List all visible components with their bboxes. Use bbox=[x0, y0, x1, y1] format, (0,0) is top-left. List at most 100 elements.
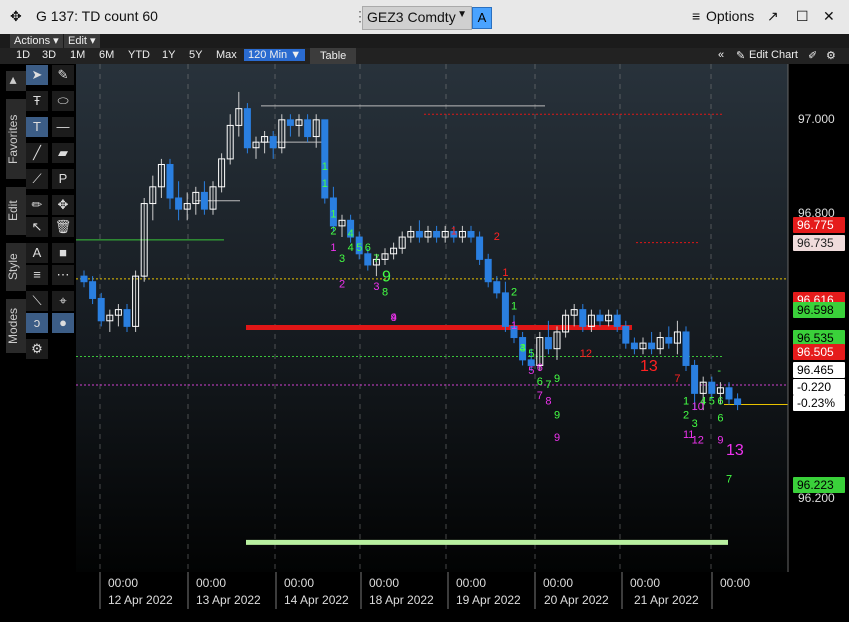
ticker-text: GEZ3 Comdty bbox=[367, 9, 456, 25]
x-time-label: 00:00 bbox=[196, 576, 226, 590]
x-time-label: 00:00 bbox=[456, 576, 486, 590]
range-1m[interactable]: 1M bbox=[70, 49, 85, 61]
candle-body bbox=[286, 119, 294, 126]
td-count-label: 4 bbox=[348, 242, 354, 254]
price-label-text: 96.735 bbox=[797, 236, 834, 250]
td-count-label: 9 bbox=[554, 409, 560, 421]
td-count-label: 1 bbox=[511, 301, 517, 313]
td-count-label: 9 bbox=[554, 432, 560, 444]
x-time-label: 00:00 bbox=[720, 576, 750, 590]
x-axis: 00:00 00:00 00:00 00:00 00:00 00:00 00:00 00:00… bbox=[76, 572, 788, 617]
gear-icon[interactable]: ⚙ bbox=[826, 49, 836, 62]
candle-body bbox=[364, 253, 372, 266]
td-count-label: 6 bbox=[717, 412, 723, 424]
td-count-label: 12 bbox=[692, 435, 704, 447]
td-count-label: 4 bbox=[700, 396, 706, 408]
td-count-label: 1 bbox=[683, 396, 689, 408]
range-1d[interactable]: 1D bbox=[16, 49, 30, 61]
title-bar: ✥ G 137: TD count 60 ⋮ GEZ3 Comdty ▼ A ≡… bbox=[0, 0, 849, 34]
candle-body bbox=[166, 163, 174, 199]
chart-area: 1 1 1 2 1 3 2 4 4 5 6 7 3 9 8 4 9 1 2 1 2 1 1 3 4 5 5 6 6 7 7 8 9 9 9 12 13 7… bbox=[0, 64, 849, 617]
td-count-label: 1 bbox=[330, 209, 336, 221]
x-time-label: 00:00 bbox=[630, 576, 660, 590]
candle-body bbox=[89, 281, 97, 299]
maximize-icon[interactable]: ☐ bbox=[796, 8, 809, 25]
pencil-icon[interactable]: ✎ bbox=[736, 49, 745, 62]
x-date-label: 14 Apr 2022 bbox=[284, 593, 349, 607]
popout-icon[interactable]: ↗ bbox=[767, 8, 779, 25]
close-icon[interactable]: ✕ bbox=[823, 8, 835, 25]
options-button[interactable]: Options bbox=[706, 8, 754, 24]
range-max[interactable]: Max bbox=[216, 49, 237, 61]
price-label: -0.220 bbox=[793, 379, 845, 395]
td-count-label: 6 bbox=[537, 376, 543, 388]
td-count-label: 1 bbox=[322, 161, 328, 173]
candle-body bbox=[243, 108, 251, 149]
a-badge-button[interactable]: A bbox=[472, 7, 492, 29]
candle-body bbox=[596, 314, 604, 322]
price-label: 96.505 bbox=[793, 344, 845, 360]
menu-bar: Actions ▾ Edit ▾ bbox=[0, 34, 849, 48]
price-chart[interactable]: 111213244 5 67398491 2121134 556677899912137… bbox=[0, 64, 849, 617]
range-toolbar: 1D 3D 1M 6M YTD 1Y 5Y Max 120 Min ▼ Tabl… bbox=[0, 48, 849, 64]
ticker-dropdown-icon[interactable]: ▼ bbox=[457, 9, 467, 20]
candle-body bbox=[708, 381, 716, 394]
x-time-label: 00:00 bbox=[369, 576, 399, 590]
td-count-label: 7 bbox=[373, 253, 379, 265]
ticker-field[interactable]: GEZ3 Comdty ▼ bbox=[362, 6, 472, 30]
annotation-toggle-icon[interactable]: ✐ bbox=[808, 49, 817, 62]
candle-body bbox=[682, 331, 690, 366]
candle-body bbox=[691, 364, 699, 394]
edit-menu[interactable]: Edit ▾ bbox=[64, 34, 100, 48]
options-menu-icon[interactable]: ≡ bbox=[692, 8, 700, 24]
price-label-text: 96.505 bbox=[797, 345, 834, 359]
candle-body bbox=[630, 342, 638, 350]
td-count-label: 9 bbox=[382, 269, 391, 286]
candle-body bbox=[304, 119, 312, 138]
candle-body bbox=[725, 387, 733, 400]
actions-menu[interactable]: Actions ▾ bbox=[10, 34, 63, 48]
range-5y[interactable]: 5Y bbox=[189, 49, 202, 61]
range-6m[interactable]: 6M bbox=[99, 49, 114, 61]
candle-body bbox=[200, 191, 208, 210]
td-count-label: 2 bbox=[339, 278, 345, 290]
x-time-label: 00:00 bbox=[284, 576, 314, 590]
td-count-label: 5 bbox=[356, 242, 362, 254]
td-count-label: 4 bbox=[520, 342, 526, 354]
candle-body bbox=[613, 314, 621, 327]
price-label: 96.775 bbox=[793, 217, 845, 233]
td-count-label: 3 bbox=[339, 253, 345, 265]
td-count-label: 6 bbox=[365, 242, 371, 254]
td-count-label: 3 bbox=[373, 281, 379, 293]
collapse-icon[interactable]: « bbox=[718, 49, 724, 61]
td-count-label: 5 bbox=[528, 365, 534, 377]
y-tick-label: 96.200 bbox=[798, 491, 835, 505]
range-ytd[interactable]: YTD bbox=[128, 49, 150, 61]
range-1y[interactable]: 1Y bbox=[162, 49, 175, 61]
range-3d[interactable]: 3D bbox=[42, 49, 56, 61]
candle-body bbox=[665, 337, 673, 344]
td-count-label: 2 bbox=[330, 225, 336, 237]
actions-label: Actions bbox=[14, 35, 51, 47]
candle-body bbox=[734, 398, 742, 406]
td-count-label: 2 bbox=[683, 409, 689, 421]
td-count-label: 8 bbox=[382, 287, 388, 299]
candle-body bbox=[97, 297, 105, 322]
candle-body bbox=[123, 309, 131, 327]
td-count-label: 9 bbox=[717, 435, 723, 447]
td-count-label: 5 bbox=[528, 348, 534, 360]
edit-chart-button[interactable]: Edit Chart bbox=[749, 49, 798, 61]
price-label: 96.735 bbox=[793, 235, 845, 251]
candle-body bbox=[415, 230, 423, 238]
td-count-label: 9 bbox=[391, 312, 397, 324]
price-label-text: -0.220 bbox=[797, 380, 831, 394]
table-button[interactable]: Table bbox=[310, 48, 357, 64]
interval-select[interactable]: 120 Min ▼ bbox=[244, 49, 306, 61]
td-count-label: 2 bbox=[494, 231, 500, 243]
x-date-label: 20 Apr 2022 bbox=[544, 593, 609, 607]
td-count-label: 6 bbox=[537, 362, 543, 374]
td-count-label: 8 bbox=[545, 396, 551, 408]
x-date-label: 19 Apr 2022 bbox=[456, 593, 521, 607]
price-label: 96.598 bbox=[793, 302, 845, 318]
move-icon[interactable]: ✥ bbox=[10, 8, 22, 25]
